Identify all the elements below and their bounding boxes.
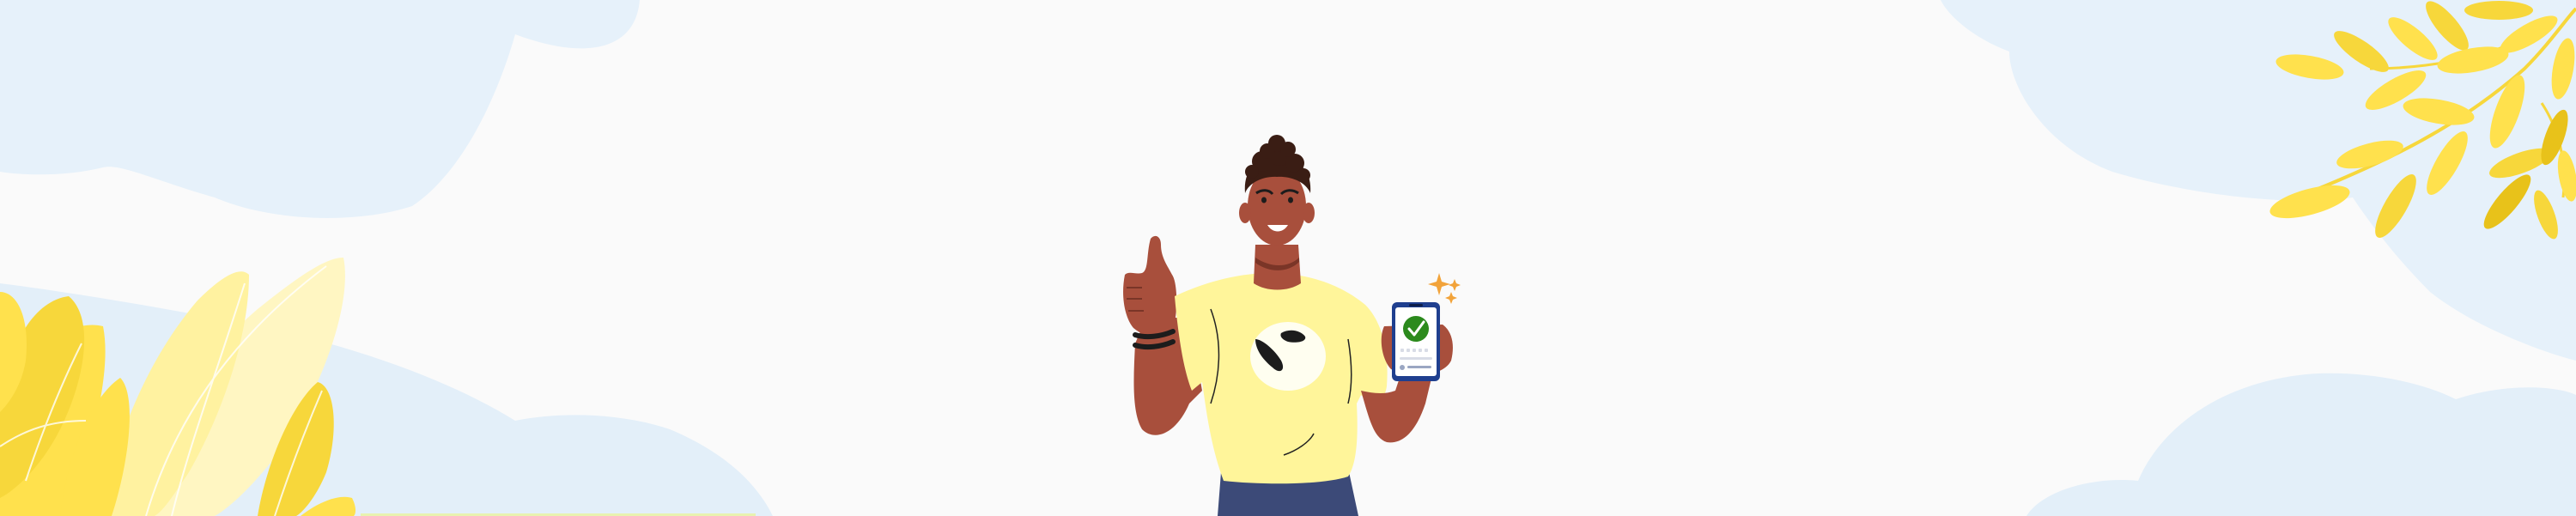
illustration — [0, 0, 2576, 516]
check-icon — [1403, 316, 1429, 342]
phone — [1392, 302, 1440, 381]
hero-banner — [0, 0, 2576, 516]
shirt-logo — [1250, 322, 1326, 391]
